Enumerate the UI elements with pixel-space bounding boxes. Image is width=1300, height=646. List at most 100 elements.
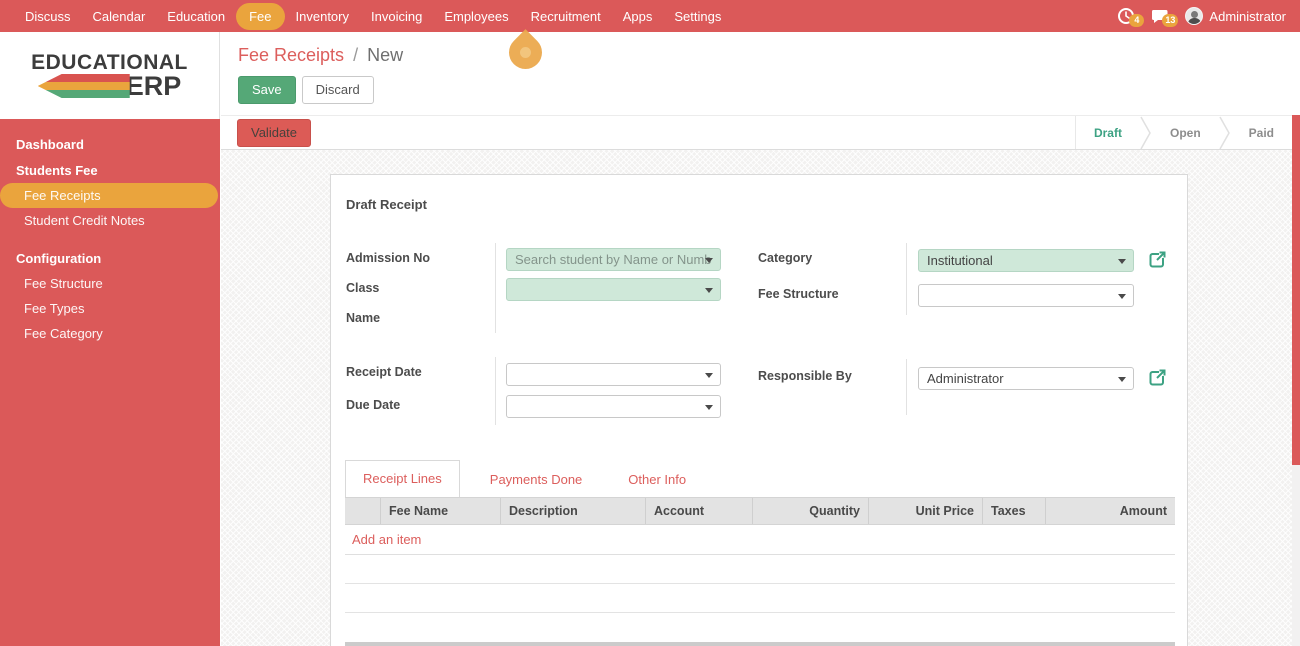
navbar-right-cluster: 4 13 Administrator [1117,7,1286,25]
sidebar-item-fee-types[interactable]: Fee Types [0,296,220,321]
sidebar-item-dashboard[interactable]: Dashboard [0,131,220,157]
chevron-down-icon [1118,259,1126,264]
column-header-fee-name[interactable]: Fee Name [381,498,501,524]
logo-text-educational: EDUCATIONAL [31,53,188,73]
column-header-quantity[interactable]: Quantity [753,498,869,524]
responsible-by-select[interactable]: Administrator [918,367,1134,390]
vertical-scrollbar[interactable] [1292,115,1300,646]
fee-structure-label: Fee Structure [758,287,839,301]
sidebar-item-student-credit-notes[interactable]: Student Credit Notes [0,208,220,233]
nav-item-fee[interactable]: Fee [236,3,284,30]
nav-item-recruitment[interactable]: Recruitment [520,4,612,29]
record-buttons: Save Discard [238,76,374,104]
column-header-account[interactable]: Account [646,498,753,524]
chevron-down-icon [1118,294,1126,299]
status-open[interactable]: Open [1152,126,1219,140]
admission-no-placeholder: Search student by Name or Numb [515,252,712,267]
column-header-amount[interactable]: Amount [1046,498,1175,524]
tab-other-info[interactable]: Other Info [612,462,702,497]
name-label: Name [346,311,380,325]
messages-menu[interactable]: 13 [1151,7,1169,25]
notebook-tabs: Receipt Lines Payments Done Other Info [345,459,1173,497]
sidebar-item-fee-receipts[interactable]: Fee Receipts [0,183,218,208]
field-group-separator [906,359,907,415]
form-sheet: Draft Receipt Admission No Search studen… [330,174,1188,646]
nav-item-employees[interactable]: Employees [433,4,519,29]
statusbar: Draft Open Paid [1075,116,1292,149]
top-navbar: Discuss Calendar Education Fee Inventory… [0,0,1300,32]
sidebar-section-students-fee[interactable]: Students Fee [0,157,220,183]
nav-item-calendar[interactable]: Calendar [82,4,157,29]
admission-no-label: Admission No [346,251,430,265]
form-view-background: Draft Receipt Admission No Search studen… [221,150,1292,646]
responsible-by-label: Responsible By [758,369,852,383]
nav-item-settings[interactable]: Settings [663,4,732,29]
validate-button[interactable]: Validate [237,119,311,147]
class-select[interactable] [506,278,721,301]
nav-item-inventory[interactable]: Inventory [285,4,360,29]
table-empty-row [345,584,1175,613]
table-empty-row [345,555,1175,584]
column-header-unit-price[interactable]: Unit Price [869,498,983,524]
responsible-by-value: Administrator [927,371,1004,386]
breadcrumb-current: New [367,45,403,65]
table-header-row: Fee Name Description Account Quantity Un… [345,497,1175,525]
section-divider [345,642,1175,646]
content-header: Fee Receipts / New Save Discard [221,32,1300,115]
receipt-lines-table: Fee Name Description Account Quantity Un… [345,497,1175,613]
category-select[interactable]: Institutional [918,249,1134,272]
pencil-icon [38,74,130,98]
app-logo[interactable]: EDUCATIONAL ERP [0,32,220,119]
save-button[interactable]: Save [238,76,296,104]
chevron-down-icon [705,288,713,293]
chevron-down-icon [705,405,713,410]
chevron-right-icon [1140,116,1152,150]
status-draft[interactable]: Draft [1076,126,1140,140]
logo-text-erp: ERP [126,74,182,98]
nav-item-discuss[interactable]: Discuss [14,4,82,29]
category-value: Institutional [927,253,993,268]
admission-no-select[interactable]: Search student by Name or Numb [506,248,721,271]
form-title: Draft Receipt [346,197,427,212]
fee-structure-select[interactable] [918,284,1134,307]
field-group-separator [906,243,907,315]
sidebar-item-fee-structure[interactable]: Fee Structure [0,271,220,296]
user-menu[interactable]: Administrator [1185,7,1286,25]
column-header-description[interactable]: Description [501,498,646,524]
status-paid[interactable]: Paid [1231,126,1292,140]
sidebar-item-fee-category[interactable]: Fee Category [0,321,220,346]
breadcrumb: Fee Receipts / New [238,45,403,66]
field-group-separator [495,357,496,425]
breadcrumb-separator: / [349,45,362,65]
activities-menu[interactable]: 4 [1117,7,1135,25]
logo-pencil-row: ERP [38,74,182,98]
due-date-select[interactable] [506,395,721,418]
form-action-bar: Validate Draft Open Paid [221,115,1292,150]
breadcrumb-parent[interactable]: Fee Receipts [238,45,344,65]
scrollbar-thumb[interactable] [1292,115,1300,465]
category-label: Category [758,251,812,265]
table-add-row: Add an item [345,525,1175,555]
field-group-separator [495,243,496,333]
column-header-taxes[interactable]: Taxes [983,498,1046,524]
chevron-down-icon [705,258,713,263]
sidebar: Dashboard Students Fee Fee Receipts Stud… [0,119,220,646]
tab-receipt-lines[interactable]: Receipt Lines [345,460,460,497]
nav-item-education[interactable]: Education [156,4,236,29]
tab-payments-done[interactable]: Payments Done [474,462,599,497]
nav-item-invoicing[interactable]: Invoicing [360,4,433,29]
external-link-icon[interactable] [1147,250,1167,270]
discard-button[interactable]: Discard [302,76,374,104]
sidebar-section-configuration[interactable]: Configuration [0,245,220,271]
activities-badge: 4 [1129,14,1144,27]
receipt-date-select[interactable] [506,363,721,386]
external-link-icon[interactable] [1147,368,1167,388]
user-name: Administrator [1209,9,1286,24]
user-avatar [1185,7,1203,25]
chevron-down-icon [1118,377,1126,382]
nav-item-apps[interactable]: Apps [612,4,664,29]
add-an-item-link[interactable]: Add an item [352,532,421,547]
column-header-selector [345,498,381,524]
chevron-right-icon [1219,116,1231,150]
onboarding-tip-indicator[interactable] [502,29,549,76]
